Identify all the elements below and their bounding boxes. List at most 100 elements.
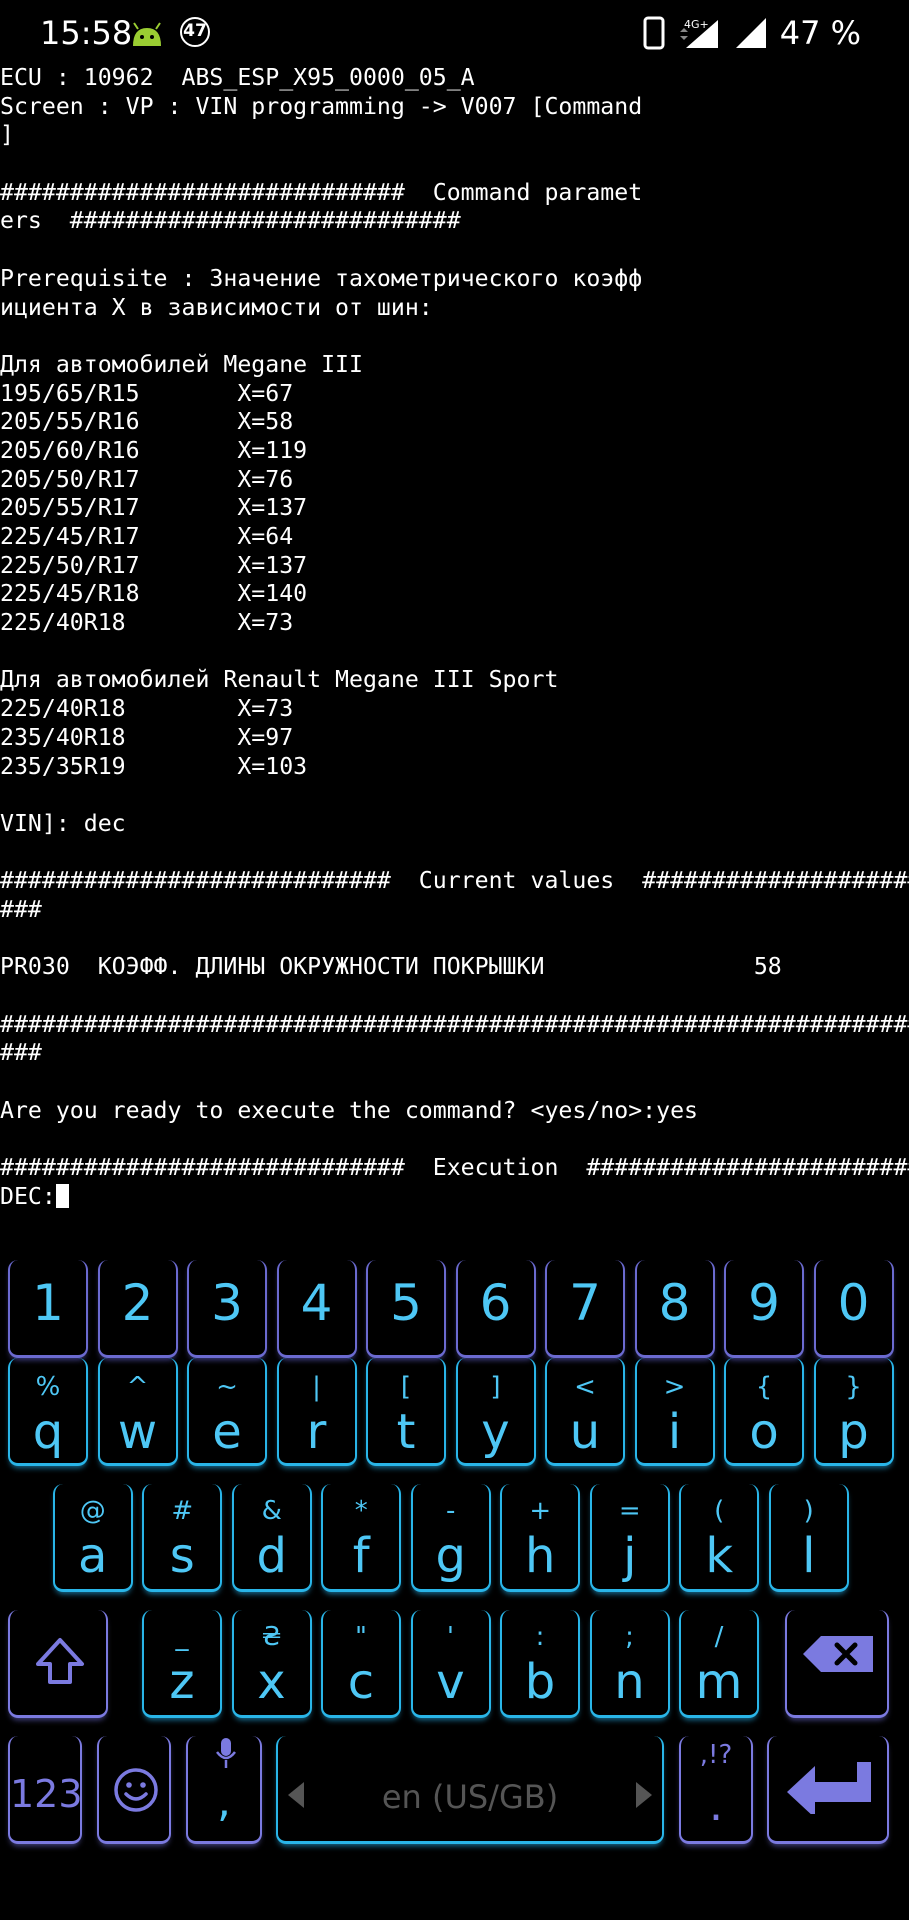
key-label: q bbox=[32, 1404, 64, 1460]
symbols-key[interactable]: 123 bbox=[8, 1736, 83, 1844]
key-label: s bbox=[169, 1528, 195, 1584]
key-1[interactable]: 1 bbox=[8, 1260, 88, 1358]
key-o[interactable]: {o bbox=[724, 1358, 804, 1466]
key-label: 9 bbox=[748, 1274, 780, 1332]
key-label: a bbox=[78, 1528, 108, 1584]
period-key[interactable]: ,!?. bbox=[679, 1736, 753, 1844]
key-label: l bbox=[802, 1528, 816, 1584]
key-m[interactable]: / m bbox=[679, 1610, 759, 1718]
key-2[interactable]: 2 bbox=[97, 1260, 178, 1358]
key-e[interactable]: ~ e bbox=[187, 1358, 267, 1466]
key-label: 2 bbox=[121, 1274, 154, 1332]
terminal-line: Are you ready to execute the command? <y… bbox=[0, 1096, 699, 1124]
key-label: 3 bbox=[211, 1274, 243, 1332]
key-i[interactable]: > i bbox=[634, 1358, 715, 1466]
key-8[interactable]: 8 bbox=[634, 1260, 715, 1358]
key-j[interactable]: = j bbox=[589, 1484, 670, 1592]
key-a[interactable]: @ a bbox=[52, 1484, 133, 1592]
key-label: v bbox=[436, 1654, 465, 1710]
key-y[interactable]: ] y bbox=[455, 1358, 536, 1466]
key-t[interactable]: [t bbox=[366, 1358, 446, 1466]
key-alt-label: ( bbox=[714, 1496, 725, 1526]
key-alt-label: + bbox=[529, 1496, 552, 1526]
key-label: 8 bbox=[658, 1274, 691, 1332]
key-r[interactable]: | r bbox=[276, 1358, 357, 1466]
key-alt-label: < bbox=[574, 1372, 596, 1402]
key-6[interactable]: 6 bbox=[455, 1260, 536, 1358]
terminal-line: ############################ Current val… bbox=[0, 867, 909, 895]
terminal-line: Screen : VP : VIN programming -> V007 [C… bbox=[0, 92, 643, 120]
mic-icon bbox=[216, 1738, 236, 1768]
key-v[interactable]: ' v bbox=[410, 1610, 491, 1718]
key-z[interactable]: _ z bbox=[142, 1610, 222, 1718]
key-s[interactable]: # s bbox=[142, 1484, 223, 1592]
key-label: k bbox=[705, 1528, 734, 1584]
key-alt-label: " bbox=[355, 1622, 367, 1652]
terminal-line: 225/50/R17 X=137 bbox=[0, 551, 308, 579]
phone-vibrate-icon bbox=[643, 16, 665, 50]
terminal-line: ] bbox=[0, 121, 14, 149]
key-label: 1 bbox=[32, 1274, 64, 1332]
key-w[interactable]: ^ w bbox=[97, 1358, 178, 1466]
key-b[interactable]: :b bbox=[500, 1610, 580, 1718]
key-k[interactable]: (k bbox=[679, 1484, 760, 1592]
space-key[interactable]: en (US/GB) bbox=[276, 1736, 664, 1844]
key-9[interactable]: 9 bbox=[724, 1260, 804, 1358]
terminal-output[interactable]: ECU : 10962 ABS_ESP_X95_0000_05_A Screen … bbox=[0, 64, 909, 1212]
comma-key[interactable]: , bbox=[186, 1736, 262, 1844]
key-c[interactable]: " c bbox=[321, 1610, 401, 1718]
terminal-line: 205/60/R16 X=119 bbox=[0, 436, 308, 464]
key-alt-label: ₴ bbox=[261, 1622, 282, 1652]
key-label: z bbox=[169, 1654, 195, 1710]
terminal-line: ers ############################ bbox=[0, 207, 461, 235]
battery-percent: 47 % bbox=[779, 14, 861, 52]
status-right: 4G+ 47 % bbox=[642, 14, 861, 52]
key-alt-label: ] bbox=[490, 1372, 501, 1402]
terminal-line: ECU : 10962 ABS_ESP_X95_0000_05_A bbox=[0, 64, 475, 91]
key-alt-label: * bbox=[354, 1496, 368, 1526]
key-alt-label: & bbox=[261, 1496, 282, 1526]
key-alt-label: - bbox=[446, 1496, 456, 1526]
backspace-key[interactable] bbox=[785, 1610, 889, 1718]
key-label: c bbox=[347, 1654, 375, 1710]
key-alt-label: ' bbox=[446, 1622, 455, 1652]
key-3[interactable]: 3 bbox=[187, 1260, 267, 1358]
terminal-line: 225/40R18 X=73 bbox=[0, 695, 294, 723]
terminal-line: 205/50/R17 X=76 bbox=[0, 465, 294, 493]
emoji-key[interactable] bbox=[97, 1736, 171, 1844]
terminal-line: Для автомобилей Megane III bbox=[0, 350, 363, 378]
key-4[interactable]: 4 bbox=[276, 1260, 357, 1358]
key-5[interactable]: 5 bbox=[366, 1260, 446, 1358]
enter-key[interactable] bbox=[767, 1736, 889, 1844]
terminal-line: Для автомобилей Renault Megane III Sport bbox=[0, 666, 559, 694]
key-7[interactable]: 7 bbox=[545, 1260, 625, 1358]
shift-key[interactable] bbox=[8, 1610, 108, 1718]
key-d[interactable]: & d bbox=[231, 1484, 312, 1592]
key-label: j bbox=[623, 1528, 637, 1584]
key-q[interactable]: % q bbox=[8, 1358, 88, 1466]
key-u[interactable]: < u bbox=[545, 1358, 625, 1466]
key-alt-label: = bbox=[618, 1496, 641, 1526]
key-alt-label: @ bbox=[79, 1496, 106, 1526]
key-f[interactable]: * f bbox=[321, 1484, 402, 1592]
key-alt-label: _ bbox=[175, 1622, 189, 1652]
key-h[interactable]: + h bbox=[500, 1484, 581, 1592]
key-p[interactable]: } p bbox=[813, 1358, 894, 1466]
key-label: r bbox=[306, 1404, 327, 1460]
key-l[interactable]: ) l bbox=[768, 1484, 849, 1592]
key-x[interactable]: ₴ x bbox=[231, 1610, 312, 1718]
key-alt-label: % bbox=[35, 1372, 61, 1402]
key-label: p bbox=[838, 1404, 869, 1460]
key-label: x bbox=[257, 1654, 286, 1710]
terminal-line: ### bbox=[0, 895, 42, 923]
key-0[interactable]: 0 bbox=[813, 1260, 894, 1358]
signal-4g-icon: 4G+ bbox=[679, 18, 718, 48]
key-alt-label: | bbox=[312, 1372, 321, 1402]
key-g[interactable]: -g bbox=[410, 1484, 491, 1592]
key-label: d bbox=[256, 1528, 287, 1584]
key-n[interactable]: ; n bbox=[589, 1610, 670, 1718]
